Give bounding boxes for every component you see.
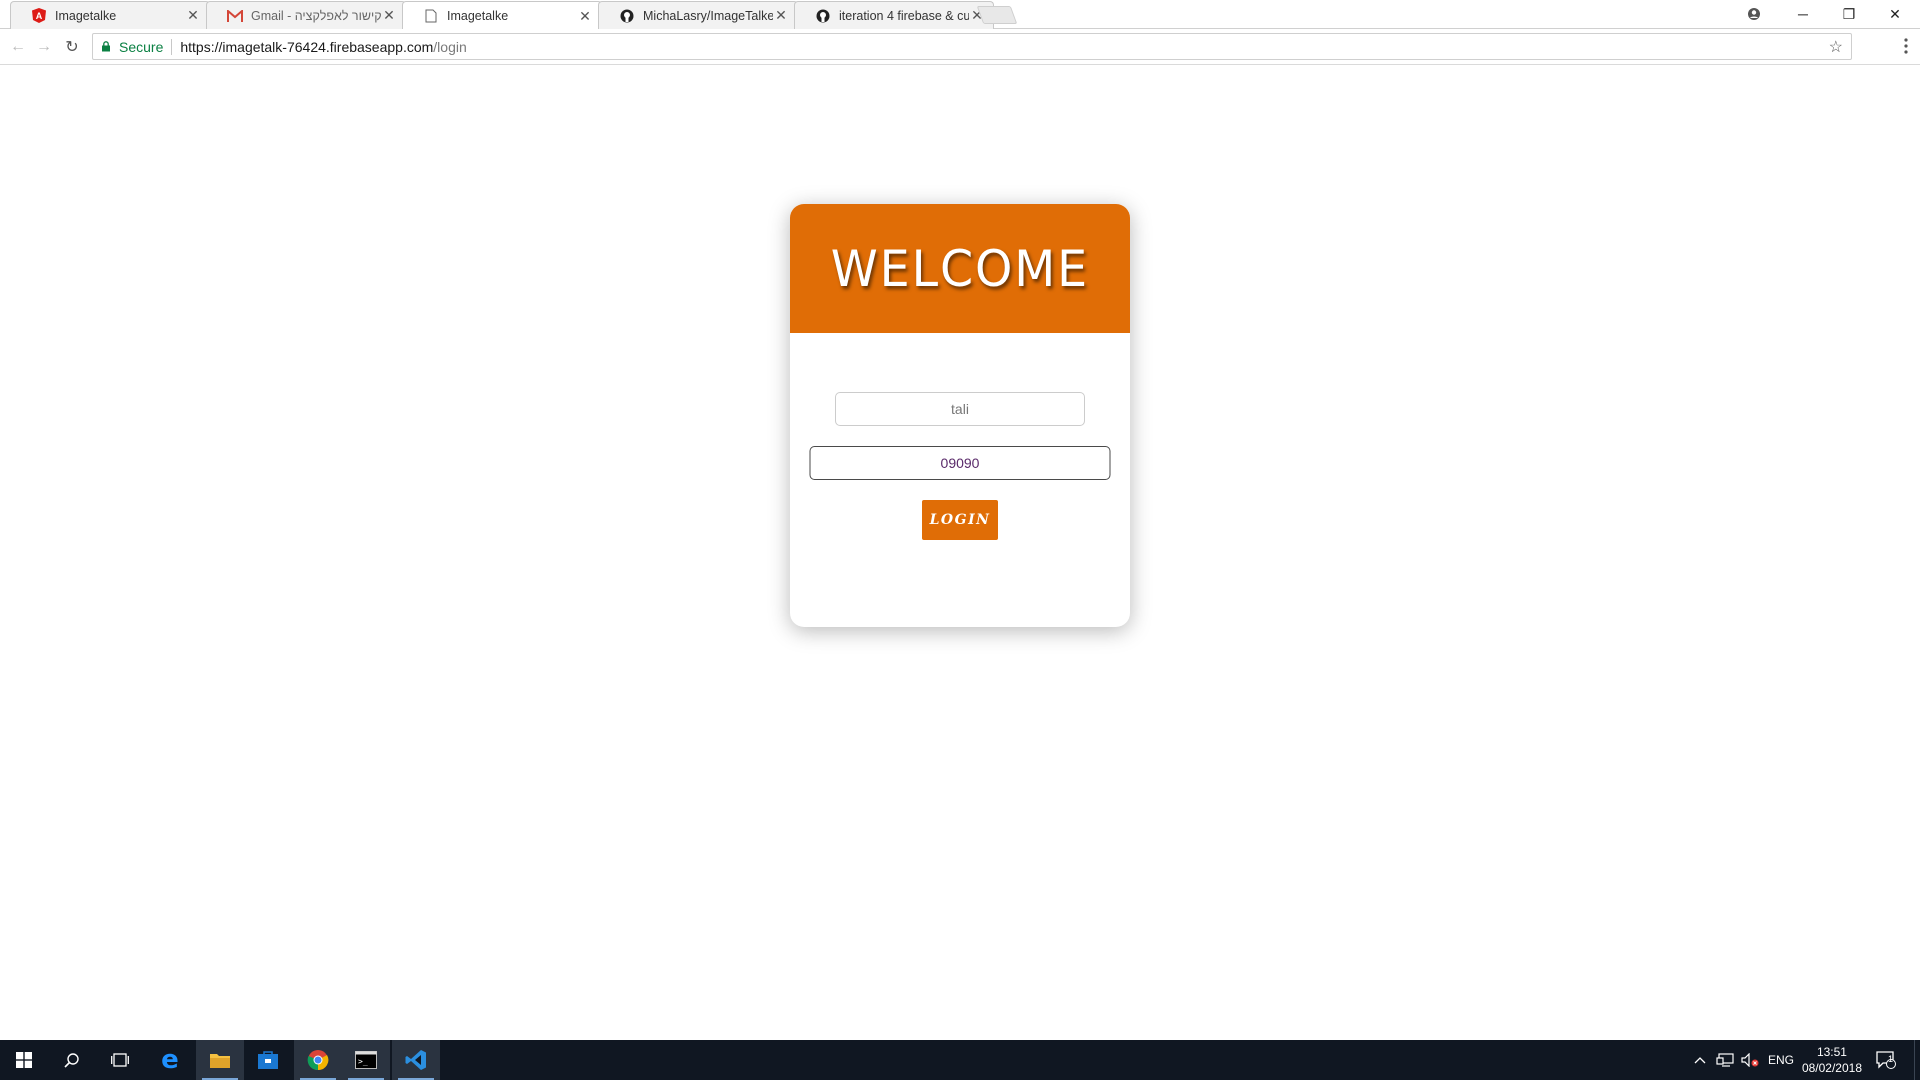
volume-muted-icon[interactable] xyxy=(1741,1040,1759,1080)
reload-icon[interactable]: ↻ xyxy=(60,35,84,59)
username-input[interactable] xyxy=(835,392,1085,426)
card-header: WELCOME xyxy=(790,204,1130,333)
tab-imagetalke-active[interactable]: Imagetalke ✕ xyxy=(402,1,602,30)
svg-text:A: A xyxy=(36,11,43,21)
welcome-heading: WELCOME xyxy=(830,239,1090,298)
url-path: /login xyxy=(433,38,467,55)
tab-title: iteration 4 firebase & cu xyxy=(839,8,969,23)
profile-icon[interactable] xyxy=(1731,0,1777,28)
tab-imagetalke-1[interactable]: A Imagetalke ✕ xyxy=(10,1,210,29)
address-separator xyxy=(171,38,173,55)
restore-icon[interactable]: ❐ xyxy=(1826,0,1872,28)
url-host: https://imagetalk-76424.firebaseapp.com xyxy=(180,38,434,55)
vscode-icon[interactable] xyxy=(392,1040,440,1080)
new-tab-button[interactable] xyxy=(976,6,1018,24)
tab-title: Imagetalke xyxy=(55,8,117,23)
minimize-icon[interactable]: ─ xyxy=(1780,0,1826,28)
login-button[interactable]: LOGIN xyxy=(922,500,998,540)
browser-toolbar: ← → ↻ Secure https://imagetalk-76424.fir… xyxy=(0,29,1920,65)
angular-icon: A xyxy=(31,8,47,24)
tray-chevron-icon[interactable] xyxy=(1694,1040,1706,1080)
tab-title: Imagetalke xyxy=(447,9,509,23)
tab-github-1[interactable]: MichaLasry/ImageTalke ✕ xyxy=(598,1,798,29)
close-window-icon[interactable]: ✕ xyxy=(1872,0,1918,28)
github-icon xyxy=(815,8,831,24)
address-bar[interactable]: Secure https://imagetalk-76424.firebasea… xyxy=(92,33,1852,60)
notification-count: 1 xyxy=(1888,1054,1894,1064)
close-icon[interactable]: ✕ xyxy=(381,7,397,24)
page-icon xyxy=(423,8,439,24)
secure-indicator[interactable]: Secure xyxy=(101,39,163,55)
secure-label: Secure xyxy=(119,38,164,55)
show-desktop-button[interactable] xyxy=(1914,1040,1920,1080)
back-icon[interactable]: ← xyxy=(6,35,30,59)
login-card: WELCOME LOGIN xyxy=(790,204,1130,627)
store-icon[interactable] xyxy=(244,1040,292,1080)
chrome-icon[interactable] xyxy=(294,1040,342,1080)
close-icon[interactable]: ✕ xyxy=(773,7,789,24)
network-icon[interactable] xyxy=(1716,1040,1734,1080)
bookmark-star-icon[interactable]: ☆ xyxy=(1829,37,1843,57)
close-icon[interactable]: ✕ xyxy=(185,7,201,24)
tab-title: Gmail - קישור לאפלקציה xyxy=(251,8,381,23)
lock-icon xyxy=(102,41,110,52)
search-icon[interactable] xyxy=(48,1040,96,1080)
menu-icon[interactable] xyxy=(1904,37,1908,55)
gmail-icon xyxy=(227,8,243,24)
clock-time: 13:51 xyxy=(1816,1045,1847,1059)
tab-github-2[interactable]: iteration 4 firebase & cu ✕ xyxy=(794,1,994,29)
windows-taskbar: e >_ ENG 13:51 08/02/2018 1 xyxy=(0,1040,1920,1080)
windows-start-icon[interactable] xyxy=(0,1040,48,1080)
terminal-icon[interactable]: >_ xyxy=(342,1040,390,1080)
github-icon xyxy=(619,8,635,24)
file-explorer-icon[interactable] xyxy=(196,1040,244,1080)
forward-icon[interactable]: → xyxy=(32,35,56,59)
clock-date: 08/02/2018 xyxy=(1801,1061,1862,1075)
edge-browser-icon[interactable]: e xyxy=(146,1040,194,1080)
clock[interactable]: 13:51 08/02/2018 xyxy=(1802,1044,1862,1076)
browser-tabstrip: A Imagetalke ✕ Gmail - קישור לאפלקציה ✕ … xyxy=(0,0,1920,30)
tab-gmail[interactable]: Gmail - קישור לאפלקציה ✕ xyxy=(206,1,406,29)
task-view-icon[interactable] xyxy=(96,1040,144,1080)
close-icon[interactable]: ✕ xyxy=(577,8,593,25)
language-indicator[interactable]: ENG xyxy=(1768,1040,1794,1080)
notification-center-icon[interactable]: 1 xyxy=(1876,1040,1896,1080)
tab-title: MichaLasry/ImageTalke xyxy=(643,8,773,23)
svg-text:>_: >_ xyxy=(358,1057,368,1066)
password-input[interactable] xyxy=(809,446,1111,480)
